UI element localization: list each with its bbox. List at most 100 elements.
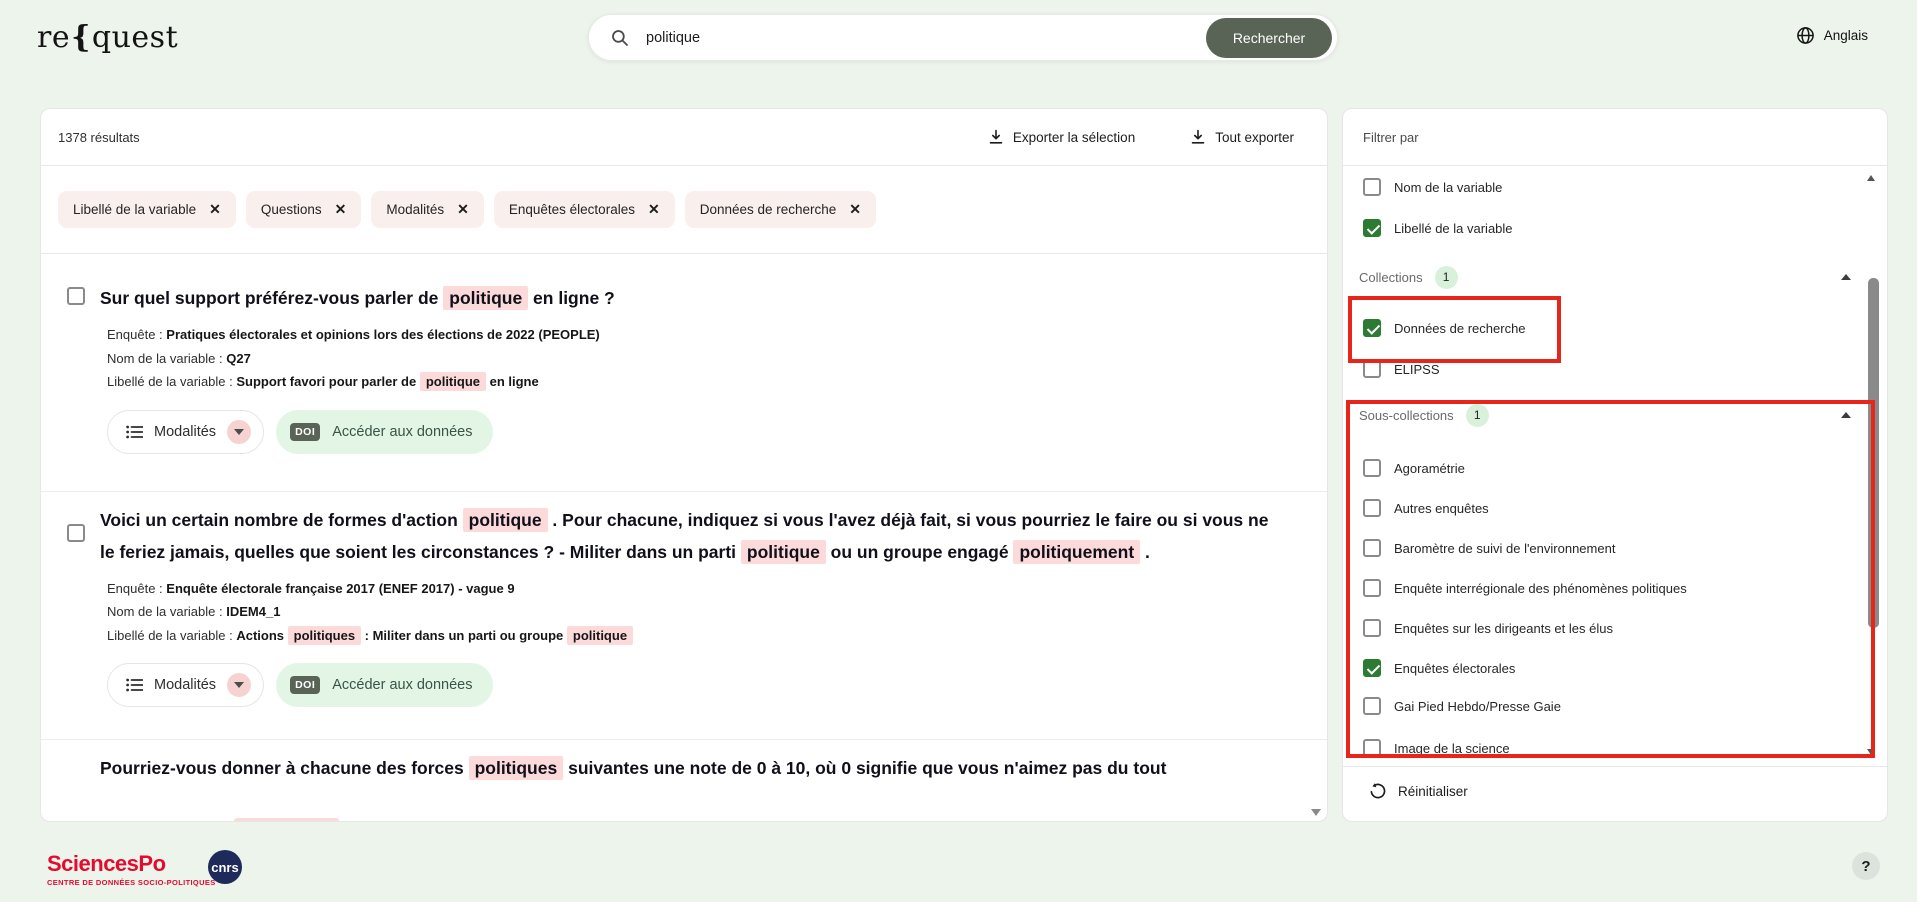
result-meta-line: Libellé de la variable : Support favori … bbox=[107, 370, 1272, 394]
export-selection-label: Exporter la sélection bbox=[1013, 130, 1135, 145]
modalites-button[interactable]: Modalités bbox=[107, 663, 264, 707]
filter-option-image-de-la-science[interactable]: Image de la science bbox=[1343, 728, 1887, 768]
result-checkbox[interactable] bbox=[67, 524, 85, 542]
collapse-icon[interactable] bbox=[1841, 412, 1851, 418]
scroll-up-icon[interactable] bbox=[1867, 175, 1875, 181]
reset-filters-button[interactable]: Réinitialiser bbox=[1369, 773, 1468, 809]
count-badge: 1 bbox=[1466, 404, 1489, 427]
remove-filter-icon[interactable]: ✕ bbox=[209, 201, 221, 218]
remove-filter-icon[interactable]: ✕ bbox=[849, 201, 861, 218]
result-title: Pourriez-vous donner à chacune des force… bbox=[100, 752, 1272, 784]
count-badge: 1 bbox=[1435, 266, 1458, 289]
download-icon bbox=[1190, 129, 1206, 145]
sciencespo-logo[interactable]: SciencesPo CENTRE DE DONNÉES SOCIO-POLIT… bbox=[47, 851, 216, 887]
filter-option-enquetes-electorales[interactable]: Enquêtes électorales bbox=[1343, 648, 1887, 688]
search-term-highlight: politiques bbox=[469, 756, 564, 780]
filter-chip[interactable]: Modalités ✕ bbox=[371, 191, 484, 228]
meta-value: Q27 bbox=[226, 351, 251, 366]
result-item: Sur quel support préférez-vous parler de… bbox=[41, 254, 1327, 491]
collapse-icon[interactable] bbox=[1841, 274, 1851, 280]
doi-badge: DOI bbox=[290, 676, 320, 694]
scroll-down-icon[interactable] bbox=[1867, 749, 1875, 755]
result-meta-line: Libellé de la variable : Actions politiq… bbox=[107, 624, 1272, 648]
export-actions: Exporter la sélection Tout exporter bbox=[988, 129, 1294, 145]
search-term-highlight: politiques bbox=[288, 626, 361, 645]
meta-label: Libellé de la variable : bbox=[107, 374, 236, 389]
filter-option-enquetes-dirigeants[interactable]: Enquêtes sur les dirigeants et les élus bbox=[1343, 608, 1887, 648]
filter-option-agorametrie[interactable]: Agoramétrie bbox=[1343, 448, 1887, 488]
meta-value: Enquête électorale française 2017 (ENEF … bbox=[166, 581, 514, 596]
bottom-strip bbox=[0, 902, 1917, 911]
checkbox[interactable] bbox=[1363, 219, 1381, 237]
meta-label: Libellé de la variable : bbox=[107, 628, 236, 643]
language-label: Anglais bbox=[1824, 28, 1868, 43]
filter-option-enquete-interregionale[interactable]: Enquête interrégionale des phénomènes po… bbox=[1343, 568, 1887, 608]
filter-option-libelle-de-la-variable[interactable]: Libellé de la variable bbox=[1343, 208, 1887, 248]
export-all-button[interactable]: Tout exporter bbox=[1190, 129, 1294, 145]
export-selection-button[interactable]: Exporter la sélection bbox=[988, 129, 1135, 145]
list-icon bbox=[126, 425, 143, 439]
remove-filter-icon[interactable]: ✕ bbox=[648, 201, 660, 218]
language-switcher[interactable]: Anglais bbox=[1796, 26, 1868, 45]
logo-text: re bbox=[37, 20, 70, 55]
download-icon bbox=[988, 129, 1004, 145]
remove-filter-icon[interactable]: ✕ bbox=[457, 201, 469, 218]
checkbox[interactable] bbox=[1363, 659, 1381, 677]
result-checkbox-column bbox=[67, 287, 85, 310]
search-icon bbox=[611, 29, 629, 47]
filter-chip-label: Données de recherche bbox=[700, 202, 837, 217]
checkbox[interactable] bbox=[1363, 459, 1381, 477]
help-button[interactable]: ? bbox=[1852, 852, 1880, 880]
section-sous-collections[interactable]: Sous-collections 1 bbox=[1343, 395, 1887, 435]
filter-option-nom-de-la-variable[interactable]: Nom de la variable bbox=[1343, 167, 1887, 207]
filter-option-donnees-de-recherche[interactable]: Données de recherche bbox=[1343, 308, 1887, 348]
remove-filter-icon[interactable]: ✕ bbox=[335, 201, 347, 218]
search-button[interactable]: Rechercher bbox=[1206, 18, 1332, 58]
list-icon bbox=[126, 678, 143, 692]
checkbox[interactable] bbox=[1363, 579, 1381, 597]
filter-option-autres-enquetes[interactable]: Autres enquêtes bbox=[1343, 488, 1887, 528]
checkbox[interactable] bbox=[1363, 619, 1381, 637]
checkbox[interactable] bbox=[1363, 739, 1381, 757]
section-collections[interactable]: Collections 1 bbox=[1343, 257, 1887, 297]
search-term-highlight: politique bbox=[567, 626, 633, 645]
result-item: Voici un certain nombre de formes d'acti… bbox=[41, 492, 1327, 740]
checkbox[interactable] bbox=[1363, 697, 1381, 715]
sciencespo-subtitle: CENTRE DE DONNÉES SOCIO-POLITIQUES bbox=[47, 878, 216, 887]
result-meta-line: Nom de la variable : IDEM4_1 bbox=[107, 600, 1272, 624]
result-meta-line: Enquête : Pratiques électorales et opini… bbox=[107, 323, 1272, 347]
cnrs-logo[interactable]: cnrs bbox=[208, 850, 242, 884]
filter-chip[interactable]: Données de recherche ✕ bbox=[685, 191, 876, 228]
meta-value: Actions politiques : Militer dans un par… bbox=[236, 626, 633, 645]
result-meta-line: Nom de la variable : Q27 bbox=[107, 347, 1272, 371]
search-term-highlight: politique bbox=[443, 286, 528, 310]
checkbox[interactable] bbox=[1363, 178, 1381, 196]
scroll-down-icon[interactable] bbox=[1311, 809, 1321, 816]
checkbox[interactable] bbox=[1363, 499, 1381, 517]
checkbox[interactable] bbox=[1363, 319, 1381, 337]
highlight-fragment bbox=[234, 818, 339, 822]
filter-option-elipss[interactable]: ELIPSS bbox=[1343, 349, 1887, 389]
meta-label: Nom de la variable : bbox=[107, 604, 226, 619]
meta-label: Nom de la variable : bbox=[107, 351, 226, 366]
access-data-button[interactable]: DOIAccéder aux données bbox=[276, 410, 492, 454]
checkbox[interactable] bbox=[1363, 539, 1381, 557]
checkbox[interactable] bbox=[1363, 360, 1381, 378]
search-term-highlight: politiquement bbox=[1013, 540, 1140, 564]
filter-chip-label: Modalités bbox=[386, 202, 444, 217]
filter-option-gai-pied[interactable]: Gai Pied Hebdo/Presse Gaie bbox=[1343, 686, 1887, 726]
filter-chip[interactable]: Enquêtes électorales✕ bbox=[494, 191, 675, 228]
filter-chip[interactable]: Questions✕ bbox=[246, 191, 362, 228]
filter-option-barometre[interactable]: Baromètre de suivi de l'environnement bbox=[1343, 528, 1887, 568]
filter-panel-title: Filtrer par bbox=[1343, 109, 1887, 166]
scrollbar-thumb[interactable] bbox=[1868, 278, 1879, 628]
filter-panel: Filtrer par Nom de la variable Libellé d… bbox=[1342, 108, 1888, 822]
modalites-button[interactable]: Modalités bbox=[107, 410, 264, 454]
access-data-button[interactable]: DOIAccéder aux données bbox=[276, 663, 492, 707]
filter-chip[interactable]: Libellé de la variable✕ bbox=[58, 191, 236, 228]
app-logo[interactable]: re{quest bbox=[37, 20, 178, 55]
result-checkbox[interactable] bbox=[67, 287, 85, 305]
globe-icon bbox=[1796, 26, 1815, 45]
results-header: 1378 résultats Exporter la sélection Tou… bbox=[41, 109, 1327, 166]
meta-label: Enquête : bbox=[107, 327, 166, 342]
